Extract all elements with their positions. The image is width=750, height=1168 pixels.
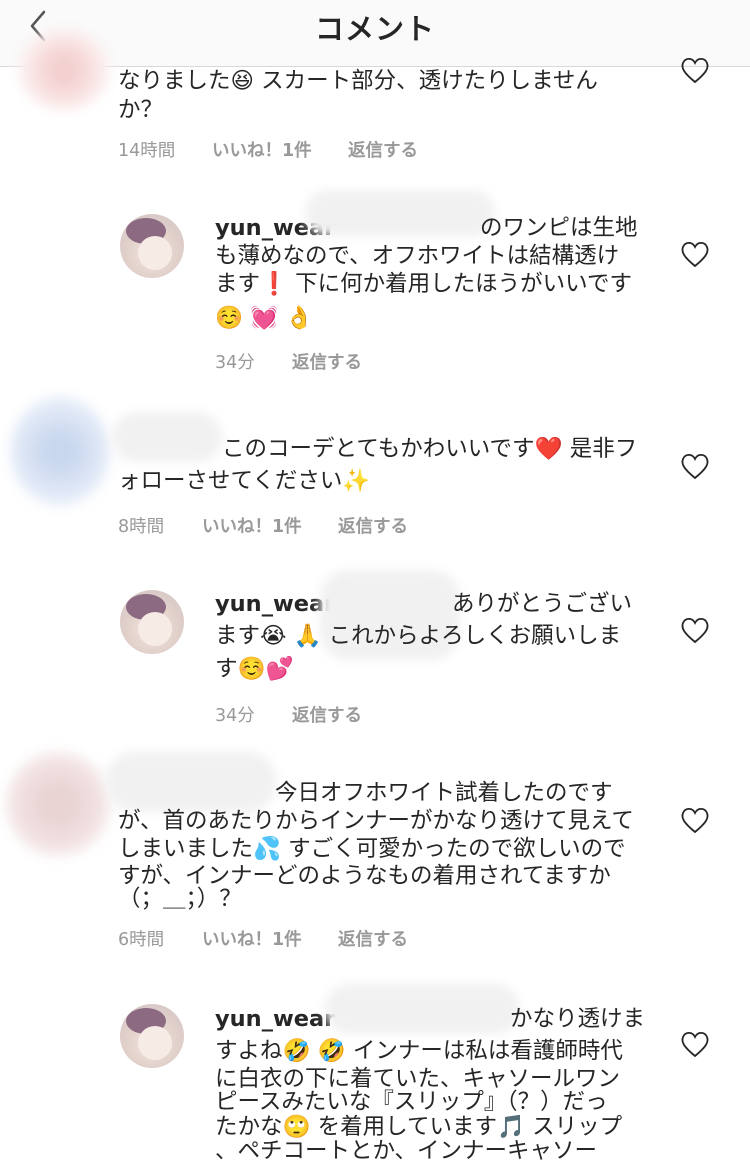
avatar[interactable] bbox=[6, 752, 110, 856]
comment-meta: 6時間 いいね！1件 返信する bbox=[118, 926, 518, 950]
comment-time: 8時間 bbox=[118, 517, 165, 537]
comment-meta: 34分 返信する bbox=[215, 349, 515, 373]
heart-icon[interactable] bbox=[680, 616, 710, 644]
comment-text-line: ォローさせてください✨ bbox=[118, 468, 371, 494]
comment-time: 34分 bbox=[215, 353, 255, 373]
avatar[interactable] bbox=[18, 30, 110, 110]
likes-count[interactable]: いいね！1件 bbox=[212, 137, 312, 162]
redacted-area bbox=[106, 752, 276, 812]
comment-text-line: す☺️💕 bbox=[215, 656, 294, 682]
comment-time: 14時間 bbox=[118, 141, 176, 161]
comment-text-line: ありがとうござい bbox=[452, 591, 633, 617]
comment-time: 6時間 bbox=[118, 930, 165, 950]
comment-time: 34分 bbox=[215, 706, 255, 726]
comment-text-line: 、ペチコートとか、インナーキャソー bbox=[215, 1138, 598, 1164]
comment-text-line: か？ bbox=[118, 97, 164, 123]
likes-count[interactable]: いいね！1件 bbox=[202, 513, 302, 538]
avatar[interactable] bbox=[10, 396, 110, 506]
comment-username[interactable]: yun_wear bbox=[215, 587, 335, 621]
comment-text-line: なりました😆 スカート部分、透けたりしません bbox=[118, 68, 598, 94]
avatar[interactable] bbox=[120, 214, 184, 278]
heart-icon[interactable] bbox=[680, 240, 710, 268]
reply-button[interactable]: 返信する bbox=[338, 926, 408, 951]
redacted-area bbox=[112, 412, 222, 462]
comment-text-line: ます❗ 下に何か着用したほうがいいです bbox=[215, 271, 632, 297]
redacted-area bbox=[325, 984, 520, 1034]
reply-button[interactable]: 返信する bbox=[292, 702, 362, 727]
reply-button[interactable]: 返信する bbox=[292, 349, 362, 374]
avatar[interactable] bbox=[120, 1004, 184, 1068]
avatar[interactable] bbox=[120, 590, 184, 654]
heart-icon[interactable] bbox=[680, 452, 710, 480]
likes-count[interactable]: いいね！1件 bbox=[202, 926, 302, 951]
comment-text-line: （；＿；）？ bbox=[118, 886, 242, 912]
comment-meta: 14時間 いいね！1件 返信する bbox=[118, 137, 518, 161]
heart-icon[interactable] bbox=[680, 1030, 710, 1058]
header-bar: コメント bbox=[0, 0, 750, 67]
reply-button[interactable]: 返信する bbox=[338, 513, 408, 538]
comment-text-line: かなり透けま bbox=[510, 1006, 646, 1032]
heart-icon[interactable] bbox=[680, 806, 710, 834]
comment-text-line: ☺️ 💓 👌 bbox=[215, 305, 314, 331]
heart-icon[interactable] bbox=[680, 56, 710, 84]
reply-button[interactable]: 返信する bbox=[348, 137, 418, 162]
comment-meta: 8時間 いいね！1件 返信する bbox=[118, 513, 518, 537]
redacted-area bbox=[305, 190, 495, 236]
comment-text-line: このコーデとてもかわいいです❤️ 是非フ bbox=[222, 436, 638, 462]
comment-text-line: ます😭 🙏 これからよろしくお願いしま bbox=[215, 623, 622, 649]
page-title: コメント bbox=[314, 12, 435, 46]
comment-username[interactable]: yun_wear bbox=[215, 1002, 335, 1036]
comment-meta: 34分 返信する bbox=[215, 702, 515, 726]
